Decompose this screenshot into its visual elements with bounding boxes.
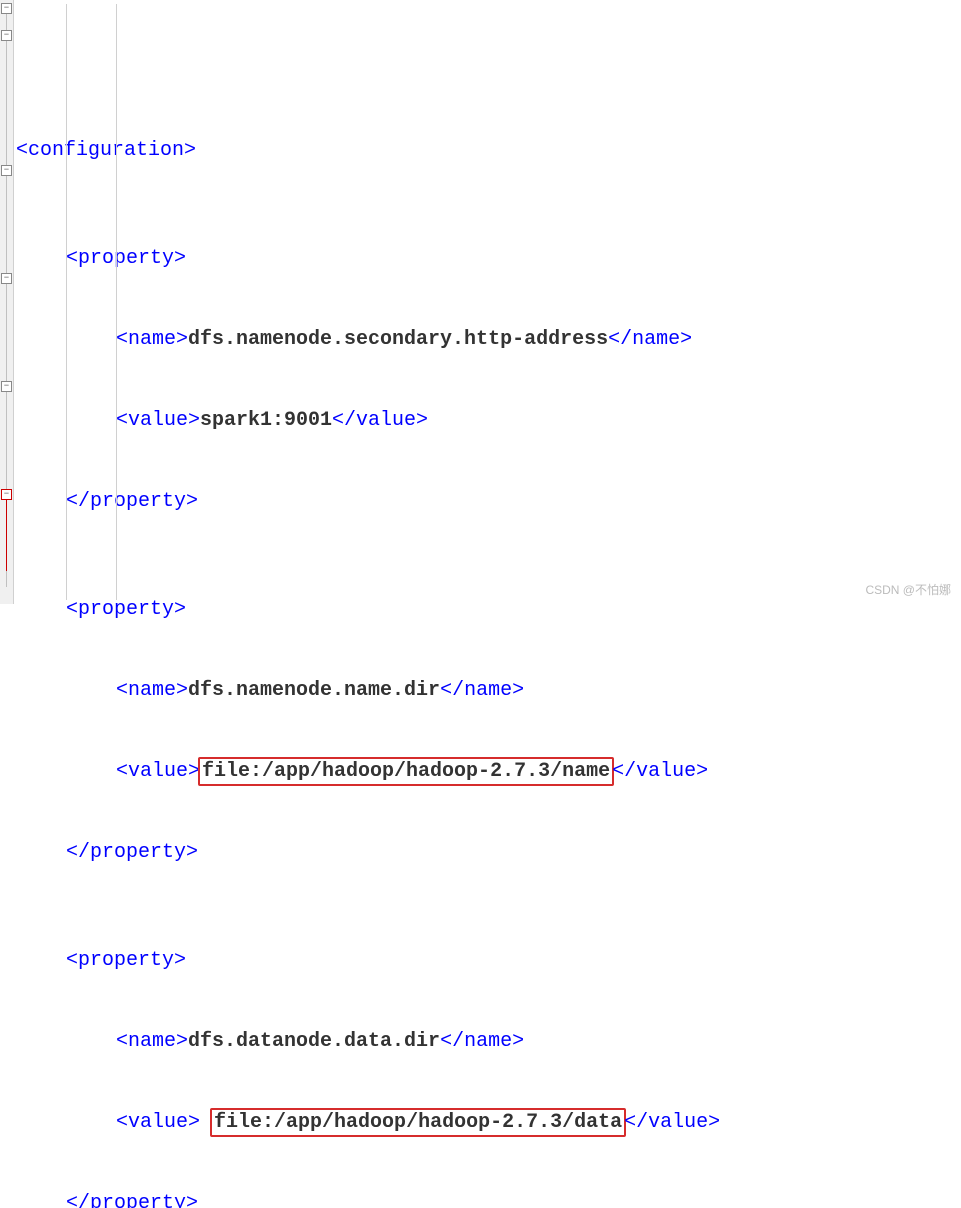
tag-name-close: </name> [608, 328, 692, 351]
prop-value-highlighted: file:/app/hadoop/hadoop-2.7.3/data [210, 1108, 626, 1137]
tag-property-close: </property> [66, 841, 198, 864]
tag-value-close: </value> [612, 760, 708, 783]
tag-property-open: <property> [66, 598, 186, 621]
code-line: <value> file:/app/hadoop/hadoop-2.7.3/da… [16, 1109, 961, 1136]
tag-property-open: <property> [66, 247, 186, 270]
code-line: <value>spark1:9001</value> [16, 407, 961, 434]
code-line: <name>dfs.namenode.name.dir</name> [16, 677, 961, 704]
code-line: <property> [16, 596, 961, 623]
tag-name-open: <name> [116, 679, 188, 702]
prop-value-highlighted: file:/app/hadoop/hadoop-2.7.3/name [198, 757, 614, 786]
fold-toggle-icon[interactable]: − [1, 165, 12, 176]
tag-name-open: <name> [116, 328, 188, 351]
tag-property-open: <property> [66, 949, 186, 972]
code-line: <name>dfs.namenode.secondary.http-addres… [16, 326, 961, 353]
tag-property-close: </property> [66, 490, 198, 513]
tag-value-open: <value> [116, 1111, 200, 1134]
code-line: </property> [16, 488, 961, 515]
code-area: <configuration> <property> <name>dfs.nam… [14, 0, 961, 604]
tag-name-close: </name> [440, 1030, 524, 1053]
fold-toggle-icon[interactable]: − [1, 30, 12, 41]
prop-name: dfs.namenode.name.dir [188, 679, 440, 702]
fold-toggle-icon[interactable]: − [1, 3, 12, 14]
watermark: CSDN @不怕娜 [865, 581, 951, 598]
code-line: </property> [16, 1190, 961, 1208]
tag-name-open: <name> [116, 1030, 188, 1053]
fold-toggle-icon[interactable]: − [1, 381, 12, 392]
tag-value-close: </value> [332, 409, 428, 432]
code-line: <value>file:/app/hadoop/hadoop-2.7.3/nam… [16, 758, 961, 785]
tag-configuration-open: <configuration> [16, 139, 196, 162]
tag-value-open: <value> [116, 760, 200, 783]
fold-toggle-icon[interactable]: − [1, 273, 12, 284]
prop-value: spark1:9001 [200, 409, 332, 432]
prop-name: dfs.namenode.secondary.http-address [188, 328, 608, 351]
code-line: <property> [16, 947, 961, 974]
tag-value-open: <value> [116, 409, 200, 432]
fold-line-red [6, 500, 7, 571]
code-line: </property> [16, 839, 961, 866]
fold-toggle-icon[interactable]: − [1, 489, 12, 500]
tag-value-close: </value> [624, 1111, 720, 1134]
code-line: <property> [16, 245, 961, 272]
tag-property-close: </property> [66, 1192, 198, 1208]
code-line: <configuration> [16, 137, 961, 164]
indent-guide [66, 4, 67, 600]
code-line: <name>dfs.datanode.data.dir</name> [16, 1028, 961, 1055]
tag-name-close: </name> [440, 679, 524, 702]
fold-gutter: − − − − − − [0, 0, 14, 604]
indent-guide [116, 4, 117, 600]
prop-name: dfs.datanode.data.dir [188, 1030, 440, 1053]
